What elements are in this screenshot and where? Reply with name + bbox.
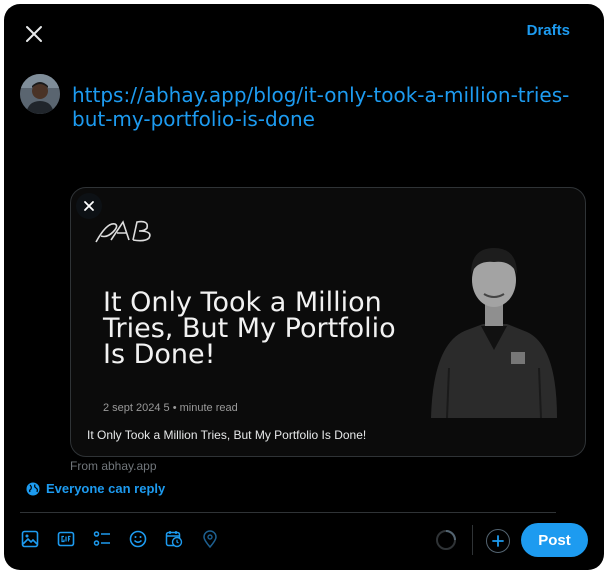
card-source: From abhay.app <box>70 459 157 473</box>
link-preview-card[interactable]: It Only Took a Million Tries, But My Por… <box>70 187 586 457</box>
close-icon <box>26 26 42 42</box>
close-button[interactable] <box>18 18 50 50</box>
post-button[interactable]: Post <box>521 523 588 557</box>
reply-setting-label: Everyone can reply <box>46 481 166 496</box>
emoji-icon <box>129 530 147 548</box>
remove-card-button[interactable] <box>76 193 102 219</box>
plus-icon <box>492 535 504 547</box>
card-meta: 2 sept 2024 5 • minute read <box>103 402 238 414</box>
add-post-button[interactable] <box>486 529 510 553</box>
card-caption: It Only Took a Million Tries, But My Por… <box>87 428 367 442</box>
avatar-image <box>20 74 60 114</box>
ab-logo-icon <box>95 220 151 243</box>
globe-icon <box>26 482 40 495</box>
divider <box>20 512 556 513</box>
compose-toolbar <box>20 528 220 550</box>
image-icon <box>21 530 39 548</box>
gif-button[interactable] <box>56 528 76 550</box>
location-icon <box>203 530 217 548</box>
media-button[interactable] <box>20 528 40 550</box>
poll-icon <box>93 531 110 546</box>
emoji-button[interactable] <box>128 528 148 550</box>
schedule-button[interactable] <box>164 528 184 550</box>
author-portrait <box>431 248 557 418</box>
card-headline: It Only Took a Million Tries, But My Por… <box>103 287 396 370</box>
close-icon <box>84 201 94 211</box>
reply-setting-button[interactable]: Everyone can reply <box>26 481 165 496</box>
schedule-icon <box>165 531 183 548</box>
site-logo <box>93 218 161 252</box>
character-progress-ring <box>436 530 456 550</box>
compose-text-input[interactable]: https://abhay.app/blog/it-only-took-a-mi… <box>72 83 572 131</box>
avatar[interactable] <box>20 74 60 114</box>
compose-modal: Drafts https://abhay.app/blog/it-only-to… <box>4 4 604 570</box>
poll-button[interactable] <box>92 528 112 550</box>
drafts-button[interactable]: Drafts <box>527 22 570 39</box>
location-button[interactable] <box>200 528 220 550</box>
gif-icon <box>57 531 75 547</box>
toolbar-separator <box>472 525 473 555</box>
